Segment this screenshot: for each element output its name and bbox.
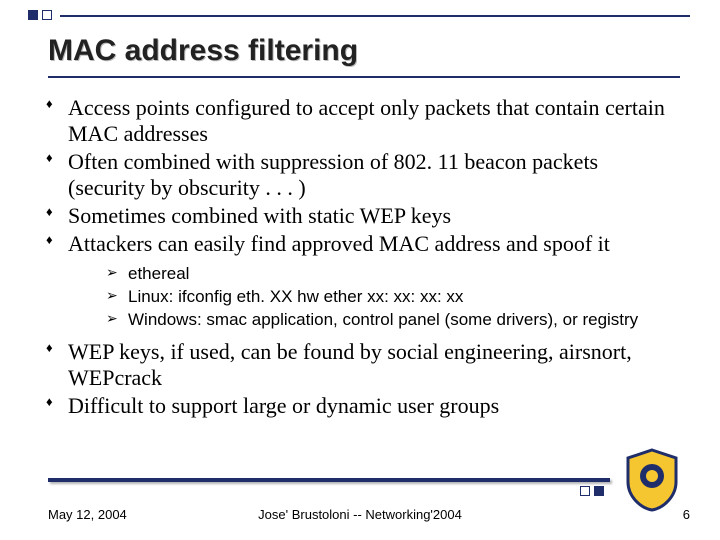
page-number: 6 xyxy=(683,507,690,522)
slide-title: MAC address filtering xyxy=(48,34,358,68)
slide: MAC address filtering Access points conf… xyxy=(0,0,720,540)
footer-author: Jose' Brustoloni -- Networking'2004 xyxy=(0,507,720,522)
bullet-item: Sometimes combined with static WEP keys xyxy=(46,203,680,229)
top-corner-squares xyxy=(28,10,52,20)
slide-content: Access points configured to accept only … xyxy=(46,95,680,421)
footer-corner-squares xyxy=(580,486,604,496)
bullet-list: Access points configured to accept only … xyxy=(46,95,680,419)
sub-bullet-item: Windows: smac application, control panel… xyxy=(106,309,680,331)
bullet-item: Access points configured to accept only … xyxy=(46,95,680,147)
bullet-item: Often combined with suppression of 802. … xyxy=(46,149,680,201)
university-shield-logo xyxy=(624,448,680,512)
top-divider xyxy=(60,15,690,17)
bullet-item: Attackers can easily find approved MAC a… xyxy=(46,231,680,331)
square-icon xyxy=(580,486,590,496)
footer-divider xyxy=(48,478,610,482)
square-icon xyxy=(42,10,52,20)
square-icon xyxy=(594,486,604,496)
sub-bullet-item: ethereal xyxy=(106,263,680,285)
bullet-item: Difficult to support large or dynamic us… xyxy=(46,393,680,419)
sub-bullet-item: Linux: ifconfig eth. XX hw ether xx: xx:… xyxy=(106,286,680,308)
sub-bullet-list: ethereal Linux: ifconfig eth. XX hw ethe… xyxy=(68,263,680,331)
title-underline xyxy=(48,76,680,78)
square-icon xyxy=(28,10,38,20)
bullet-item: WEP keys, if used, can be found by socia… xyxy=(46,339,680,391)
bullet-text: Attackers can easily find approved MAC a… xyxy=(68,231,610,256)
